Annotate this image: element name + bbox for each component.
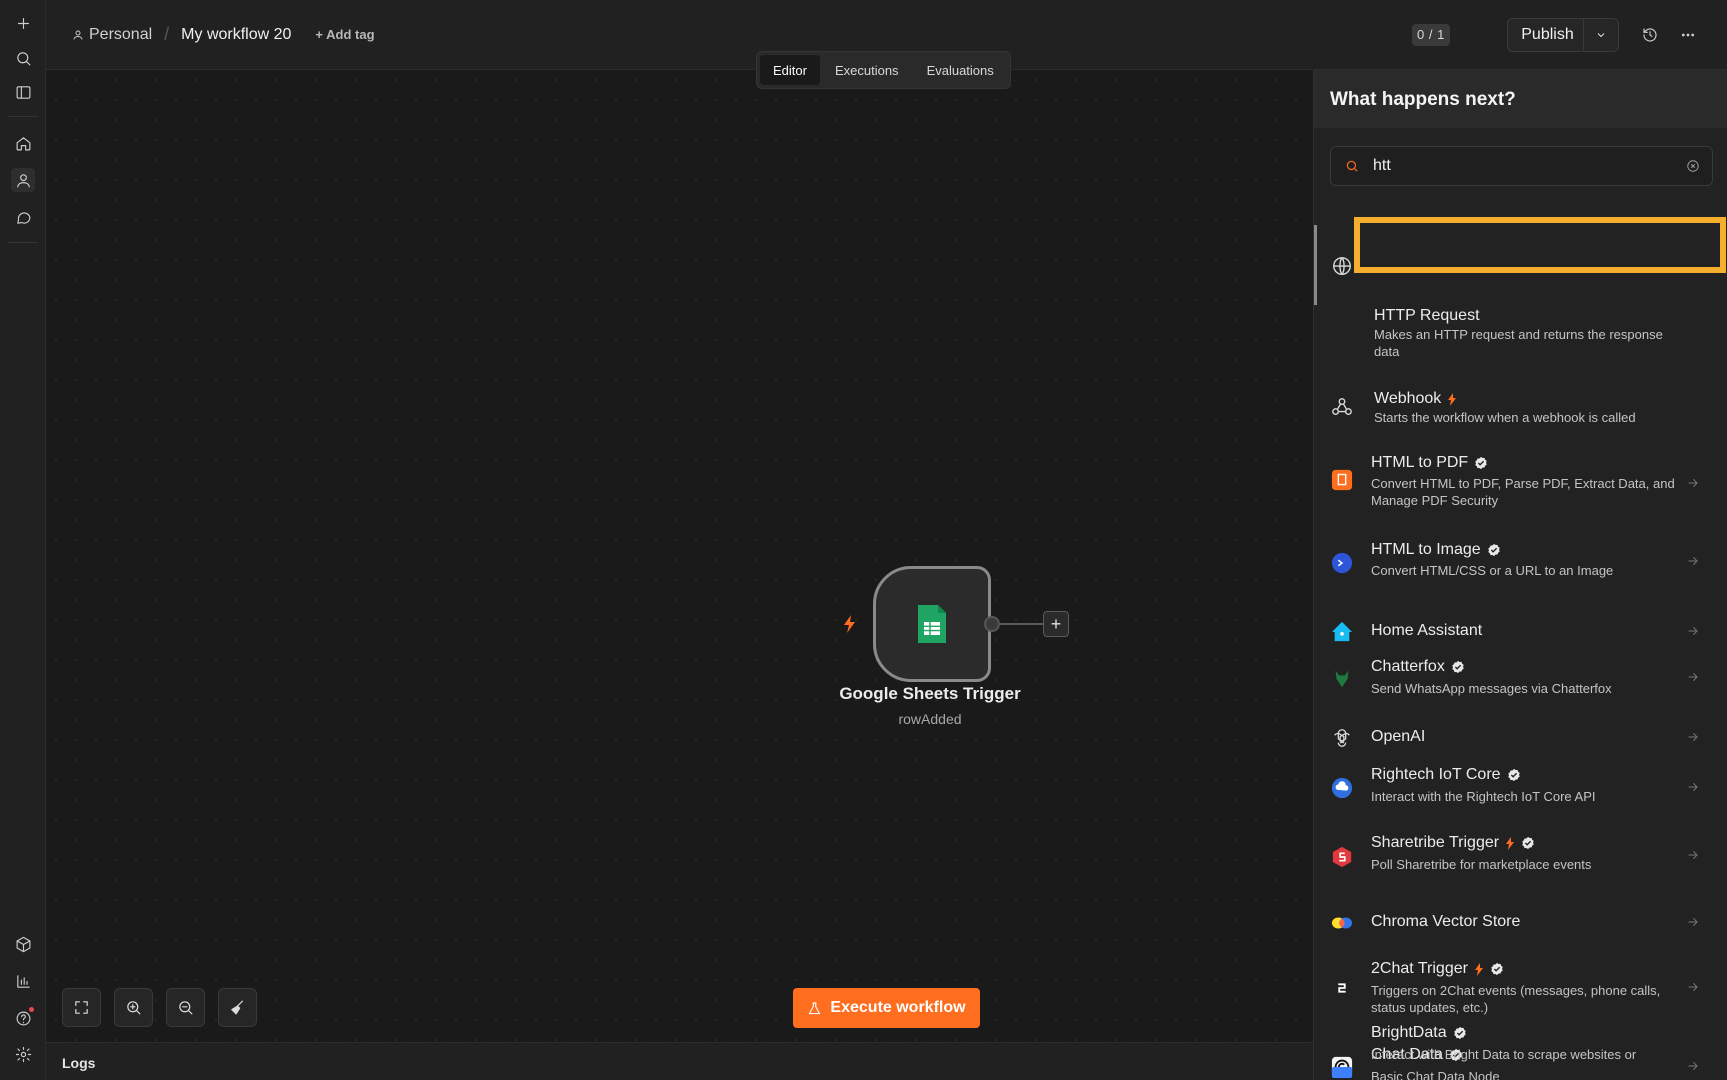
verified-icon [1522,836,1534,850]
list-item-html-to-pdf[interactable]: HTML to PDF Convert HTML to PDF, Parse P… [1314,370,1727,508]
list-item-rightech-iot-core[interactable]: Rightech IoT Core Interact with the Righ… [1314,724,1727,804]
fit-view-icon [75,1001,88,1014]
left-sidebar [0,0,46,1080]
logs-bar[interactable]: Logs [46,1042,1313,1080]
user-icon [73,30,83,40]
version-counter: 0 / 1 [1412,24,1450,46]
breadcrumb-personal[interactable]: Personal [72,26,152,44]
view-tabs: Editor Executions Evaluations [756,51,1011,89]
item-title: 2Chat Trigger [1371,960,1504,978]
publish-button[interactable]: Publish [1508,19,1584,51]
item-title-text: Rightech IoT Core [1371,766,1501,783]
tidy-up-button[interactable] [218,988,257,1027]
canvas-controls [62,988,257,1027]
list-item-openai[interactable]: OpenAI [1314,666,1727,747]
list-item-http-request[interactable]: HTTP Request Makes an HTTP request and r… [1314,220,1727,359]
zoom-in-button[interactable] [114,988,153,1027]
breadcrumb: Personal / My workflow 20 + Add tag [72,24,375,45]
zoom-out-button[interactable] [166,988,205,1027]
list-item-chroma-vector-store[interactable]: Chroma Vector Store [1314,860,1727,930]
personal-icon[interactable] [11,168,35,192]
item-title: BrightData [1371,1024,1467,1042]
history-icon[interactable] [1639,24,1661,46]
execute-workflow-button[interactable]: Execute workflow [793,988,980,1028]
add-node-button[interactable]: + [1043,611,1069,637]
verified-icon [1491,962,1503,976]
tab-executions[interactable]: Executions [822,55,912,85]
trigger-bolt-icon [1474,962,1483,976]
broom-icon [231,1000,244,1015]
list-item-chatterfox[interactable]: Chatterfox Send WhatsApp messages via Ch… [1314,598,1727,696]
node-creator-panel: What happens next? HTTP Request Makes an… [1313,70,1727,1080]
item-title: Rightech IoT Core [1371,766,1521,784]
search-input[interactable] [1373,157,1663,175]
brightdata-icon [1330,1055,1354,1079]
item-title: Sharetribe Trigger [1371,834,1535,852]
list-item-home-assistant[interactable]: Home Assistant [1314,540,1727,642]
2chat-icon [1330,976,1354,1000]
item-title-text: BrightData [1371,1024,1447,1041]
node-title: Google Sheets Trigger [839,684,1021,703]
arrow-right-icon [1686,980,1700,994]
item-desc: Interact with Bright Data to scrape webs… [1371,1047,1637,1062]
tab-editor[interactable]: Editor [760,55,820,85]
chat-icon[interactable] [11,205,35,229]
templates-icon[interactable] [11,932,35,956]
list-item-webhook[interactable]: Webhook Starts the workflow when a webho… [1314,308,1727,425]
rail-divider [8,116,38,117]
output-handle[interactable] [984,616,1000,632]
breadcrumb-separator: / [164,24,170,44]
list-item-sharetribe-trigger[interactable]: Sharetribe Trigger Poll Sharetribe for m… [1314,792,1727,872]
home-icon[interactable] [11,131,35,155]
rail-divider [8,242,38,243]
clear-search-icon[interactable] [1686,159,1702,175]
panel-title: What happens next? [1314,70,1727,128]
node-search [1330,146,1713,186]
sidebar-toggle-icon[interactable] [11,80,35,104]
connection-line [1000,623,1046,625]
node-box[interactable] [873,566,991,682]
search-icon [1346,160,1358,172]
verified-icon [1507,768,1520,782]
plus-icon[interactable] [11,11,35,35]
node-subtitle: rowAdded [898,711,962,727]
publish-button-group: Publish [1507,18,1619,52]
insights-icon[interactable] [11,969,35,993]
zoom-in-icon [127,1001,141,1015]
more-options-icon[interactable] [1677,24,1699,46]
globe-icon [1330,254,1354,278]
zoom-out-icon [179,1001,193,1015]
trigger-bolt-icon [1506,836,1515,850]
help-icon[interactable] [11,1006,35,1030]
item-title-text: Sharetribe Trigger [1371,834,1500,851]
workflow-name[interactable]: My workflow 20 [181,26,291,44]
breadcrumb-personal-label: Personal [89,25,153,43]
google-sheets-icon [918,605,946,643]
search-icon[interactable] [11,46,35,70]
settings-icon[interactable] [11,1042,35,1066]
verified-icon [1453,1026,1466,1040]
workflow-canvas[interactable]: + Google Sheets Trigger rowAdded [46,70,1313,1042]
fit-view-button[interactable] [62,988,101,1027]
tab-evaluations[interactable]: Evaluations [914,55,1007,85]
notification-dot [29,1007,34,1012]
flask-icon [808,1001,821,1014]
chevron-down-icon[interactable] [1584,29,1618,41]
trigger-bolt-icon [844,615,855,633]
logs-label[interactable]: Logs [62,1055,95,1071]
list-item-brightdata[interactable]: BrightData Interact with Bright Data to … [1314,1024,1727,1080]
item-title-text: 2Chat Trigger [1371,960,1468,977]
list-item-2chat-trigger[interactable]: 2Chat Trigger Triggers on 2Chat events (… [1314,912,1727,1015]
add-tag-button[interactable]: + Add tag [315,27,374,42]
list-item-html-to-image[interactable]: HTML to Image Convert HTML/CSS or a URL … [1314,450,1727,578]
execute-label: Execute workflow [830,999,966,1016]
